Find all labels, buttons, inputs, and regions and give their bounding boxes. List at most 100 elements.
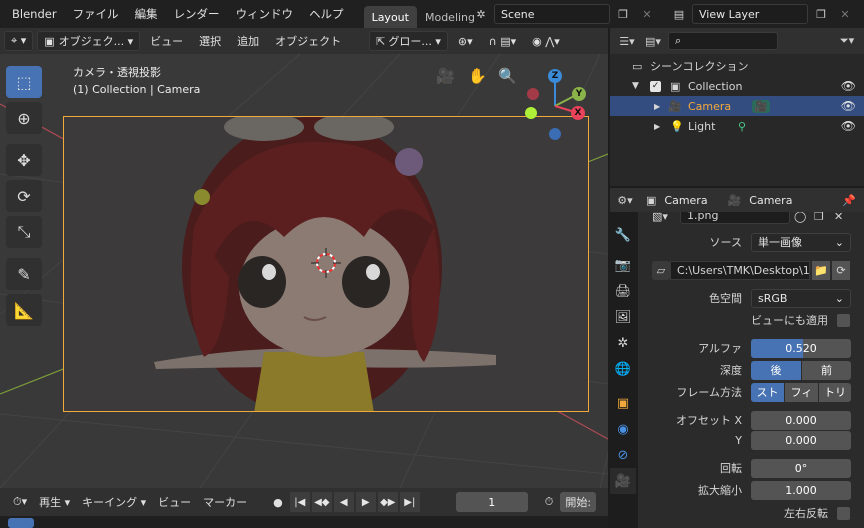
colorspace-dropdown[interactable]: sRGB ⌄ (751, 288, 851, 308)
view-layer-field[interactable]: View Layer (692, 4, 808, 24)
physics-tab-icon[interactable]: ◉ (610, 416, 636, 442)
close-icon[interactable]: ✕ (834, 4, 856, 24)
3d-viewport[interactable]: カメラ・透視投影 (1) Collection | Camera ⬚ ⊕ ✥ ⟳… (0, 54, 608, 488)
outliner-search-field[interactable]: ⌕ (668, 32, 778, 50)
jump-start-icon[interactable]: |◀ (289, 492, 310, 512)
menu-view[interactable]: ビュー (144, 31, 189, 51)
record-icon[interactable]: ● (268, 492, 288, 512)
close-icon[interactable]: ✕ (834, 212, 843, 223)
menu-object[interactable]: オブジェクト (269, 31, 347, 51)
scene-icon[interactable]: ✲ (470, 4, 492, 24)
mode-dropdown[interactable]: ▣ オブジェク... ▾ (37, 31, 141, 51)
snap-icon[interactable]: ∩ ▤▾ (483, 31, 522, 51)
image-browse-icon[interactable]: ▧▾ (652, 212, 668, 223)
play-reverse-icon[interactable]: ◀ (333, 492, 354, 512)
outliner-item-camera[interactable]: ▶ 🎥 Camera 🎥 👁 (610, 96, 864, 116)
collection-row[interactable]: ▼ ✓ ▣ Collection 👁 (610, 76, 864, 96)
filepath-field[interactable]: C:\Users\TMK\Desktop\1... (670, 260, 810, 280)
collection-checkbox[interactable]: ✓ (650, 80, 661, 92)
object-tab-icon[interactable]: ▣ (610, 390, 636, 416)
editor-type-button[interactable]: ⏱▾ (8, 492, 32, 512)
3d-cursor-icon[interactable] (311, 248, 341, 278)
measure-tool[interactable]: 📐 (6, 294, 42, 326)
offset-y-field[interactable]: 0.000 (751, 430, 851, 450)
scene-tab-icon[interactable]: ✲ (610, 330, 636, 356)
outliner-item-light[interactable]: ▶ 💡 Light ⚲ 👁 (610, 116, 864, 136)
menu-add[interactable]: 追加 (231, 31, 265, 51)
timeline-ruler[interactable] (0, 516, 608, 528)
zoom-icon[interactable]: 🔍 (498, 67, 517, 85)
scene-name-field[interactable]: Scene (494, 4, 610, 24)
image-name-field[interactable]: 1.png (680, 212, 790, 224)
rotation-field[interactable]: 0° (751, 458, 851, 478)
current-frame-field[interactable]: 1 (455, 492, 528, 512)
gizmo-x-axis[interactable]: X (571, 106, 585, 120)
navigation-gizmo[interactable]: Z Y X (522, 66, 592, 146)
expand-arrow-icon[interactable]: ▶ (654, 102, 660, 111)
pivot-icon[interactable]: ⊛▾ (452, 31, 479, 51)
frame-method-crop-button[interactable]: トリ (819, 382, 851, 402)
menu-view[interactable]: ビュー (153, 492, 196, 512)
frame-method-stretch-button[interactable]: スト (751, 382, 784, 402)
gizmo-y-axis[interactable]: Y (572, 87, 586, 101)
frame-method-fit-button[interactable]: フィ (785, 382, 818, 402)
tool-tab-icon[interactable]: 🔧 (610, 222, 636, 248)
view-layer-icon[interactable]: ▤ (668, 4, 690, 24)
world-tab-icon[interactable]: 🌐 (610, 356, 636, 382)
editor-type-button[interactable]: ⚙▾ (614, 190, 636, 210)
menu-select[interactable]: 選択 (193, 31, 227, 51)
camera-frame[interactable] (63, 116, 589, 412)
play-icon[interactable]: ▶ (355, 492, 376, 512)
reload-icon[interactable]: ⟳ (832, 260, 850, 280)
menu-playback[interactable]: 再生 ▾ (34, 492, 75, 512)
eye-icon[interactable]: 👁 (841, 79, 856, 93)
new-scene-icon[interactable]: ❐ (612, 4, 634, 24)
display-mode-button[interactable]: ▤▾ (642, 31, 664, 51)
transform-orientation-dropdown[interactable]: ⇱ グロー... ▾ (369, 31, 448, 51)
menu-help[interactable]: ヘルプ (301, 6, 352, 22)
source-dropdown[interactable]: 単一画像 ⌄ (751, 232, 851, 252)
menu-file[interactable]: ファイル (65, 6, 127, 22)
preview-range-icon[interactable]: ⏱ (540, 492, 559, 512)
scene-collection-row[interactable]: ▭ シーンコレクション (610, 56, 864, 76)
pan-hand-icon[interactable]: ✋ (468, 67, 487, 85)
folder-icon[interactable]: 📁 (812, 260, 830, 280)
editor-type-button[interactable]: ⌖ ▾ (4, 31, 34, 51)
alpha-slider[interactable]: 0.520 (751, 338, 851, 358)
blender-menu[interactable]: Blender (0, 7, 65, 21)
close-icon[interactable]: ✕ (636, 4, 658, 24)
render-tab-icon[interactable]: 📷 (610, 252, 636, 278)
camera-view-icon[interactable]: 🎥 (436, 67, 455, 85)
shield-icon[interactable]: ◯ (794, 212, 806, 223)
tab-layout[interactable]: Layout (363, 6, 417, 28)
cursor-tool[interactable]: ⊕ (6, 102, 42, 134)
proportional-edit-icon[interactable]: ◉ ⋀▾ (526, 31, 566, 51)
depth-front-button[interactable]: 前 (802, 360, 851, 380)
menu-keying[interactable]: キーイング ▾ (77, 492, 151, 512)
expand-arrow-icon[interactable]: ▼ (632, 81, 639, 91)
annotate-tool[interactable]: ✎ (6, 258, 42, 290)
expand-arrow-icon[interactable]: ▶ (654, 122, 660, 131)
menu-render[interactable]: レンダー (166, 6, 228, 22)
rotate-tool[interactable]: ⟳ (6, 180, 42, 212)
select-box-tool[interactable]: ⬚ (6, 66, 42, 98)
flip-x-checkbox[interactable] (837, 506, 850, 520)
playhead[interactable] (8, 518, 34, 528)
scale-tool[interactable]: ⤡ (6, 216, 42, 248)
new-image-icon[interactable]: ❐ (814, 212, 824, 223)
view-layer-tab-icon[interactable]: 🖼 (610, 304, 636, 330)
eye-icon[interactable]: 👁 (841, 99, 856, 113)
new-view-layer-icon[interactable]: ❐ (810, 4, 832, 24)
menu-marker[interactable]: マーカー (198, 492, 252, 512)
output-tab-icon[interactable]: 🖨 (610, 278, 636, 304)
menu-window[interactable]: ウィンドウ (228, 6, 302, 22)
eye-icon[interactable]: 👁 (841, 119, 856, 133)
also-in-view-checkbox[interactable] (837, 313, 850, 327)
camera-data-tab-icon[interactable]: 🎥 (610, 468, 636, 494)
pin-icon[interactable]: 📌 (842, 194, 856, 207)
gizmo-z-axis[interactable]: Z (548, 69, 562, 83)
light-data-icon[interactable]: ⚲ (738, 120, 746, 133)
prev-keyframe-icon[interactable]: ◀◆ (311, 492, 332, 512)
editor-type-button[interactable]: ☰▾ (616, 31, 638, 51)
jump-end-icon[interactable]: ▶| (399, 492, 420, 512)
